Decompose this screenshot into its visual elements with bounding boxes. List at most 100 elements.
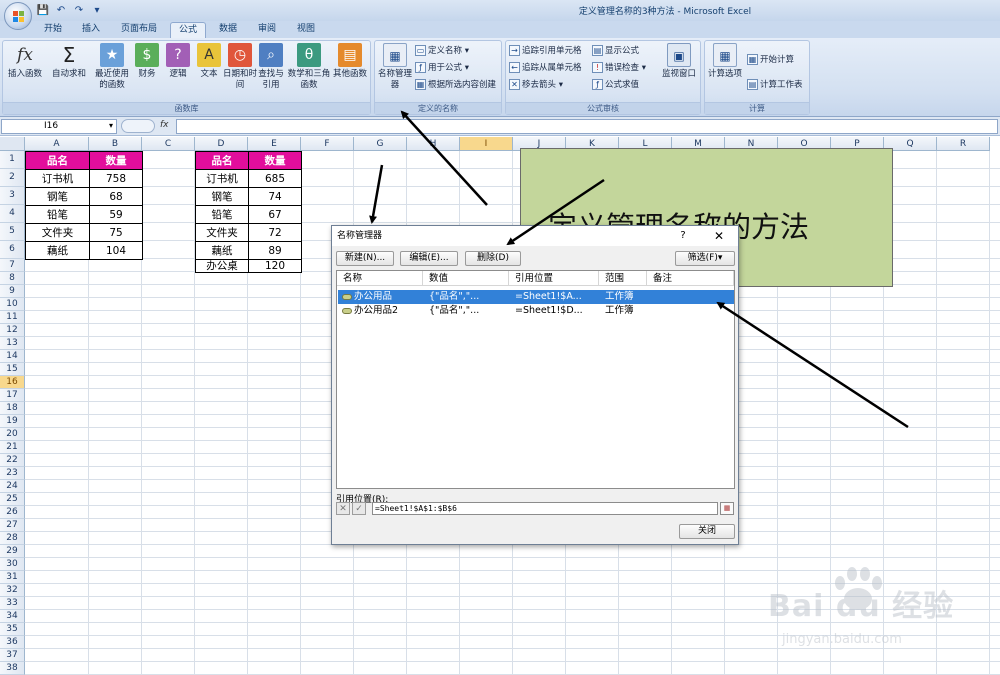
row-header[interactable]: 38 <box>0 662 25 675</box>
math-trig-button[interactable]: θ 数学和三角函数 <box>287 43 331 99</box>
formula-bar-expander[interactable] <box>121 119 155 133</box>
tab-data[interactable]: 数据 <box>210 22 246 38</box>
table-header-cell[interactable]: 品名 <box>195 151 249 170</box>
row-header[interactable]: 27 <box>0 519 25 532</box>
row-header[interactable]: 4 <box>0 205 25 223</box>
row-header[interactable]: 34 <box>0 610 25 623</box>
list-item[interactable]: 办公用品 {"品名","... =Sheet1!$A... 工作簿 <box>338 290 734 304</box>
row-header[interactable]: 24 <box>0 480 25 493</box>
tab-page-layout[interactable]: 页面布局 <box>112 22 166 38</box>
financial-button[interactable]: $ 财务 <box>131 43 163 99</box>
cancel-edit-icon[interactable]: ✕ <box>336 502 350 515</box>
row-header[interactable]: 16 <box>0 376 25 389</box>
show-formulas-button[interactable]: ▤ 显示公式 <box>592 44 639 59</box>
row-header[interactable]: 22 <box>0 454 25 467</box>
tab-view[interactable]: 视图 <box>288 22 324 38</box>
table-cell[interactable]: 68 <box>89 187 143 206</box>
tab-insert[interactable]: 插入 <box>74 22 108 38</box>
select-all-corner[interactable] <box>0 137 25 151</box>
row-header[interactable]: 19 <box>0 415 25 428</box>
table-cell[interactable]: 钢笔 <box>195 187 249 206</box>
delete-name-button[interactable]: 删除(D) <box>465 251 521 266</box>
row-header[interactable]: 29 <box>0 545 25 558</box>
table-cell[interactable]: 文件夹 <box>195 223 249 242</box>
col-header-name[interactable]: 名称 <box>337 271 423 286</box>
column-header-R[interactable]: R <box>937 137 990 151</box>
column-header-E[interactable]: E <box>248 137 301 151</box>
row-header[interactable]: 35 <box>0 623 25 636</box>
row-header[interactable]: 32 <box>0 584 25 597</box>
office-button[interactable] <box>4 2 32 30</box>
row-header[interactable]: 30 <box>0 558 25 571</box>
row-header[interactable]: 1 <box>0 151 25 169</box>
table-cell[interactable]: 89 <box>248 241 302 260</box>
table-cell[interactable]: 藕纸 <box>25 241 90 260</box>
row-header[interactable]: 37 <box>0 649 25 662</box>
help-icon[interactable]: ? <box>676 226 690 246</box>
watch-window-button[interactable]: ▣ 监视窗口 <box>658 43 700 99</box>
logical-button[interactable]: ? 逻辑 <box>163 43 193 99</box>
row-header[interactable]: 28 <box>0 532 25 545</box>
column-header-G[interactable]: G <box>354 137 407 151</box>
row-header[interactable]: 3 <box>0 187 25 205</box>
col-header-refers-to[interactable]: 引用位置 <box>509 271 599 286</box>
name-list[interactable]: 名称 数值 引用位置 范围 备注 办公用品 {"品名","... =Sheet1… <box>336 270 735 489</box>
table-header-cell[interactable]: 数量 <box>248 151 302 170</box>
more-functions-button[interactable]: ▤ 其他函数 <box>330 43 370 99</box>
tab-review[interactable]: 审阅 <box>250 22 284 38</box>
lookup-reference-button[interactable]: ⌕ 查找与引用 <box>255 43 287 99</box>
row-header[interactable]: 5 <box>0 223 25 241</box>
formula-input[interactable] <box>176 119 998 134</box>
col-header-comment[interactable]: 备注 <box>647 271 734 286</box>
column-header-A[interactable]: A <box>25 137 89 151</box>
filter-button[interactable]: 筛选(F)▾ <box>675 251 735 266</box>
row-header[interactable]: 7 <box>0 259 25 272</box>
refers-to-input[interactable]: =Sheet1!$A$1:$B$6 <box>372 502 718 515</box>
name-box[interactable]: I16 <box>1 119 117 134</box>
row-header[interactable]: 18 <box>0 402 25 415</box>
text-button[interactable]: A 文本 <box>194 43 224 99</box>
col-header-scope[interactable]: 范围 <box>599 271 647 286</box>
table-cell[interactable]: 72 <box>248 223 302 242</box>
error-checking-button[interactable]: ! 错误检查 ▾ <box>592 61 646 76</box>
calc-now-button[interactable]: ▦ 开始计算 <box>747 53 794 68</box>
table-cell[interactable]: 59 <box>89 205 143 224</box>
row-header[interactable]: 15 <box>0 363 25 376</box>
column-header-H[interactable]: H <box>407 137 460 151</box>
trace-precedents-button[interactable]: → 追踪引用单元格 <box>509 44 582 59</box>
table-cell[interactable]: 文件夹 <box>25 223 90 242</box>
table-header-cell[interactable]: 品名 <box>25 151 90 170</box>
table-cell[interactable]: 订书机 <box>195 169 249 188</box>
row-header[interactable]: 31 <box>0 571 25 584</box>
recent-functions-button[interactable]: ★ 最近使用的函数 <box>91 43 133 99</box>
table-cell[interactable]: 75 <box>89 223 143 242</box>
table-cell[interactable]: 74 <box>248 187 302 206</box>
evaluate-formula-button[interactable]: ƒ 公式求值 <box>592 78 639 93</box>
row-header[interactable]: 11 <box>0 311 25 324</box>
edit-name-button[interactable]: 编辑(E)... <box>400 251 458 266</box>
table-cell[interactable]: 104 <box>89 241 143 260</box>
name-box-dropdown-icon[interactable]: ▾ <box>109 121 113 130</box>
row-header[interactable]: 8 <box>0 272 25 285</box>
calc-options-button[interactable]: ▦ 计算选项 <box>707 43 743 99</box>
table-cell[interactable]: 办公桌 <box>195 259 249 273</box>
table-header-cell[interactable]: 数量 <box>89 151 143 170</box>
column-header-B[interactable]: B <box>89 137 142 151</box>
tab-formulas[interactable]: 公式 <box>170 22 206 38</box>
row-header[interactable]: 12 <box>0 324 25 337</box>
column-header-F[interactable]: F <box>301 137 354 151</box>
row-header[interactable]: 20 <box>0 428 25 441</box>
row-header[interactable]: 10 <box>0 298 25 311</box>
column-header-D[interactable]: D <box>195 137 248 151</box>
table-cell[interactable]: 钢笔 <box>25 187 90 206</box>
table-cell[interactable]: 758 <box>89 169 143 188</box>
tab-home[interactable]: 开始 <box>34 22 72 38</box>
trace-dependents-button[interactable]: ← 追踪从属单元格 <box>509 61 582 76</box>
table-cell[interactable]: 订书机 <box>25 169 90 188</box>
insert-function-button[interactable]: fx 插入函数 <box>5 43 45 99</box>
row-header[interactable]: 13 <box>0 337 25 350</box>
autosum-button[interactable]: Σ 自动求和 <box>49 43 89 99</box>
confirm-edit-icon[interactable]: ✓ <box>352 502 366 515</box>
row-header[interactable]: 17 <box>0 389 25 402</box>
col-header-value[interactable]: 数值 <box>423 271 509 286</box>
